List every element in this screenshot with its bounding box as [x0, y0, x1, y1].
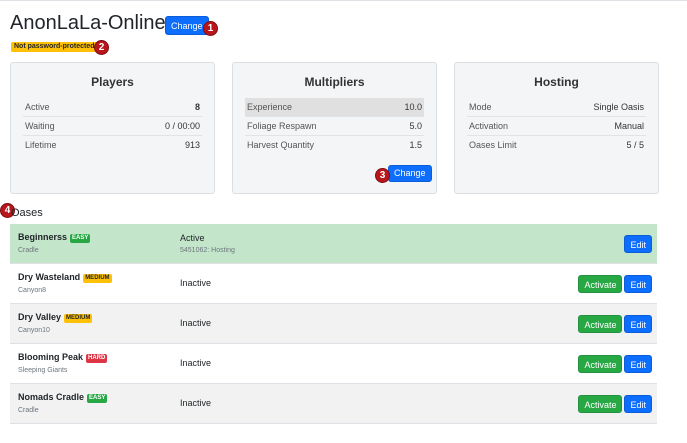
- hosting-card: Hosting Mode Single Oasis Activation Man…: [454, 62, 659, 194]
- oasis-status: Inactive: [180, 278, 212, 288]
- stat-label: Oases Limit: [469, 140, 517, 150]
- stat-value: Single Oasis: [593, 102, 644, 112]
- oasis-actions: Activate Edit: [576, 395, 652, 413]
- oasis-row-dry-wasteland: Dry Wasteland MEDIUM Canyon8 Inactive Act…: [10, 264, 657, 304]
- top-divider: [0, 0, 687, 1]
- oasis-status: Inactive: [180, 358, 212, 368]
- oasis-actions: Activate Edit: [576, 315, 652, 333]
- activate-button[interactable]: Activate: [578, 355, 623, 373]
- stat-label: Active: [25, 102, 50, 112]
- stat-value: 1.5: [409, 140, 422, 150]
- edit-button[interactable]: Edit: [624, 315, 652, 333]
- stat-label: Waiting: [25, 121, 55, 131]
- stat-value: 0 / 00:00: [164, 121, 200, 131]
- oasis-name: Nomads Cradle EASY: [18, 392, 108, 403]
- annotation-marker-1: 1: [203, 21, 218, 36]
- oasis-name: Dry Wasteland MEDIUM: [18, 272, 112, 283]
- stat-row-experience: Experience 10.0: [245, 98, 424, 117]
- oasis-map: Canyon8: [18, 287, 47, 294]
- stat-row-active: Active 8: [23, 98, 202, 117]
- oasis-row-beginnerss: Beginnerss EASY Cradle Active 5451062: Ho…: [10, 224, 657, 264]
- oasis-row-blooming-peak: Blooming Peak HARD Sleeping Giants Inacti…: [10, 344, 657, 384]
- stat-value: 913: [184, 140, 200, 150]
- players-card-title: Players: [91, 75, 134, 89]
- stat-label: Activation: [469, 121, 509, 131]
- oasis-status: Inactive: [180, 398, 212, 408]
- oasis-name: Blooming Peak HARD: [18, 352, 108, 363]
- oasis-map: Cradle: [18, 247, 39, 254]
- oasis-host-detail: 5451062: Hosting: [180, 247, 235, 254]
- oasis-actions: Activate Edit: [576, 355, 652, 373]
- difficulty-badge: EASY: [87, 394, 108, 403]
- edit-button[interactable]: Edit: [624, 395, 652, 413]
- oasis-name: Beginnerss EASY: [18, 232, 91, 243]
- oasis-status: Inactive: [180, 318, 212, 328]
- stat-label: Harvest Quantity: [247, 140, 315, 150]
- difficulty-badge: MEDIUM: [83, 274, 112, 283]
- multipliers-card-title: Multipliers: [304, 75, 365, 89]
- stat-row-waiting: Waiting 0 / 00:00: [23, 117, 202, 136]
- stat-row-activation: Activation Manual: [467, 117, 646, 136]
- stat-label: Foliage Respawn: [247, 121, 317, 131]
- oasis-actions: Edit: [622, 235, 652, 253]
- stat-label: Mode: [469, 102, 492, 112]
- stat-value: 10.0: [404, 102, 422, 112]
- annotation-marker-3: 3: [375, 168, 390, 183]
- stat-row-mode: Mode Single Oasis: [467, 98, 646, 117]
- oasis-name: Dry Valley MEDIUM: [18, 312, 93, 323]
- change-multipliers-button[interactable]: Change: [388, 165, 432, 182]
- edit-button[interactable]: Edit: [624, 235, 652, 253]
- stat-label: Lifetime: [25, 140, 57, 150]
- annotation-marker-2: 2: [94, 40, 109, 55]
- edit-button[interactable]: Edit: [624, 355, 652, 373]
- activate-button[interactable]: Activate: [578, 315, 623, 333]
- stat-value: 5.0: [409, 121, 422, 131]
- activate-button[interactable]: Activate: [578, 275, 623, 293]
- stat-value: 5 / 5: [626, 140, 644, 150]
- activate-button[interactable]: Activate: [578, 395, 623, 413]
- edit-button[interactable]: Edit: [624, 275, 652, 293]
- stat-row-harvest-quantity: Harvest Quantity 1.5: [245, 136, 424, 155]
- oasis-map: Canyon10: [18, 327, 50, 334]
- stat-value: Manual: [614, 121, 644, 131]
- oasis-map: Cradle: [18, 407, 39, 414]
- difficulty-badge: MEDIUM: [64, 314, 93, 323]
- oasis-row-dry-valley: Dry Valley MEDIUM Canyon10 Inactive Activ…: [10, 304, 657, 344]
- hosting-card-title: Hosting: [534, 75, 579, 89]
- stat-value: 8: [194, 102, 200, 112]
- oasis-map: Sleeping Giants: [18, 367, 68, 374]
- oases-heading: Oases: [11, 207, 43, 219]
- password-status-badge: Not password-protected: [11, 42, 98, 52]
- stat-row-lifetime: Lifetime 913: [23, 136, 202, 155]
- difficulty-badge: HARD: [86, 354, 108, 363]
- difficulty-badge: EASY: [70, 234, 91, 243]
- server-title: AnonLaLa-Online: [10, 12, 166, 34]
- oasis-actions: Activate Edit: [576, 275, 652, 293]
- change-server-button[interactable]: Change: [165, 16, 209, 35]
- oasis-status: Active: [180, 233, 205, 243]
- stat-row-oases-limit: Oases Limit 5 / 5: [467, 136, 646, 155]
- stat-row-foliage-respawn: Foliage Respawn 5.0: [245, 117, 424, 136]
- players-card: Players Active 8 Waiting 0 / 00:00 Lifet…: [10, 62, 215, 194]
- stat-label: Experience: [247, 102, 293, 112]
- oasis-row-nomads-cradle: Nomads Cradle EASY Cradle Inactive Activa…: [10, 384, 657, 424]
